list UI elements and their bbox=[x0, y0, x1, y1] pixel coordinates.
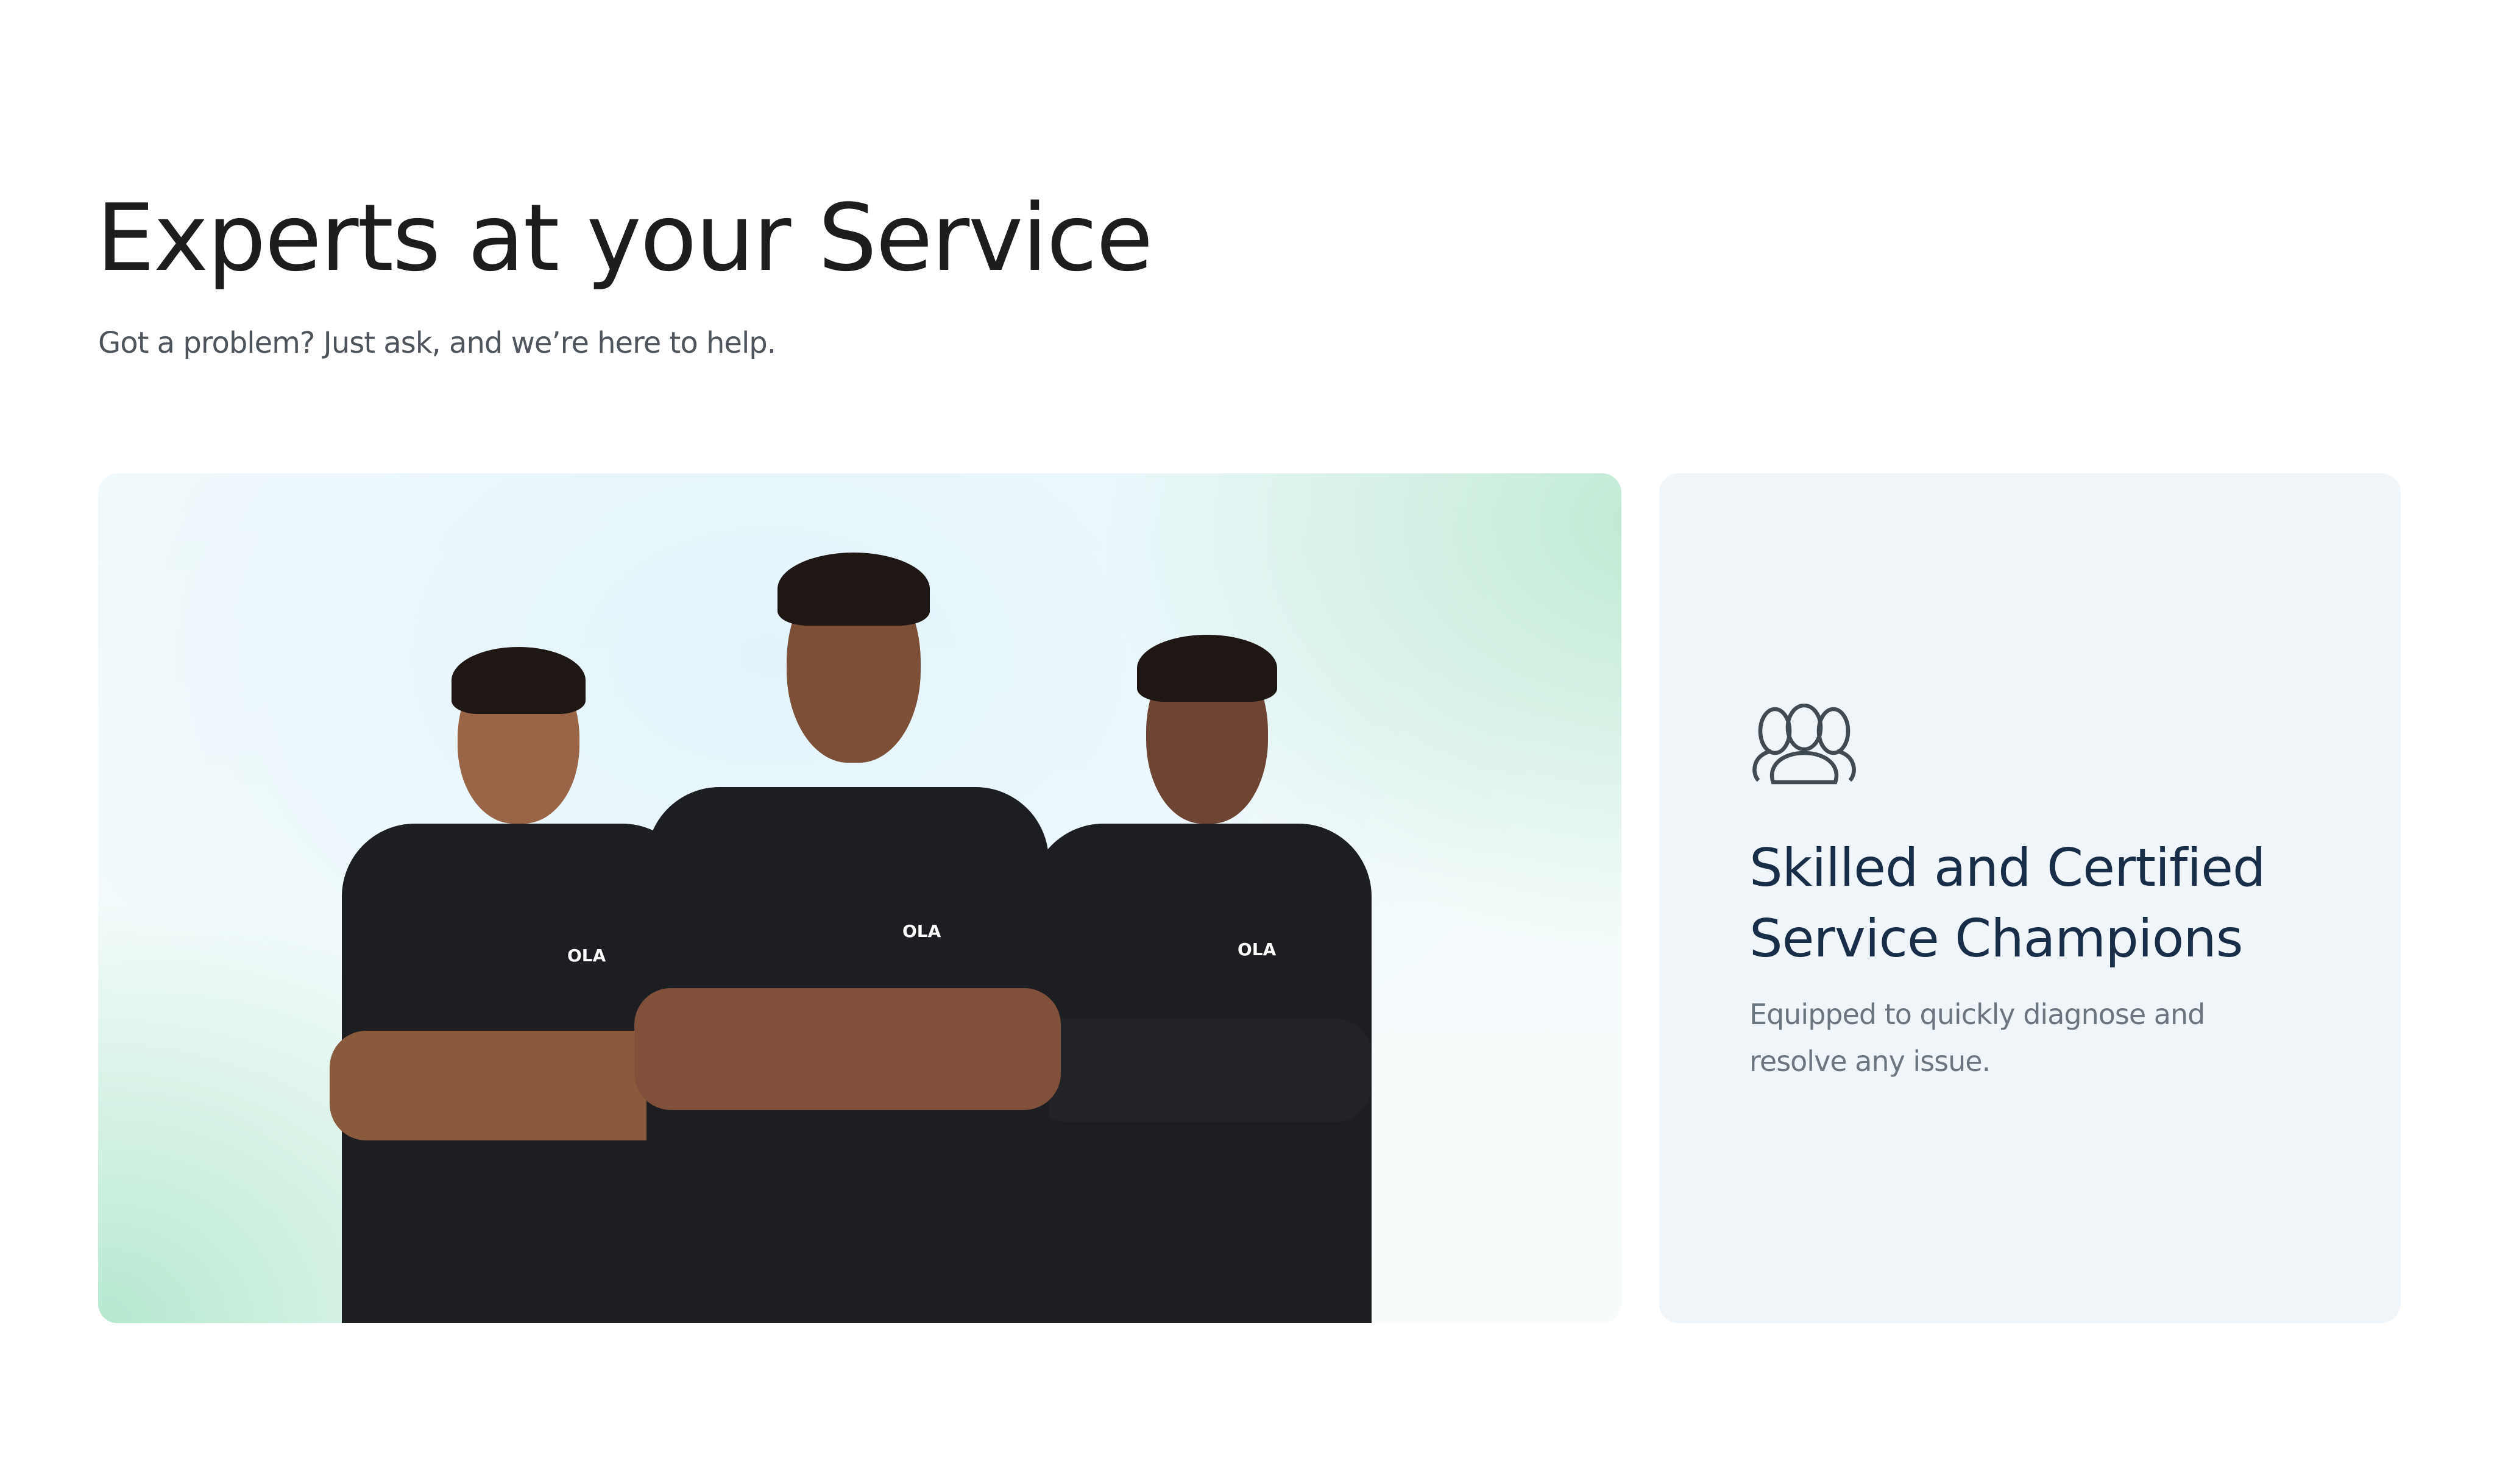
section-subtitle: Got a problem? Just ask, and we’re here … bbox=[98, 326, 776, 360]
service-experts-photo: OLA OLA OLA bbox=[98, 473, 1621, 1323]
people-group-icon bbox=[1752, 704, 1856, 785]
person-center: OLA bbox=[634, 553, 1061, 1323]
person-right: OLA bbox=[1018, 635, 1396, 1323]
section-title: Experts at your Service bbox=[96, 184, 1153, 292]
feature-description: Equipped to quickly diagnose and resolve… bbox=[1749, 998, 2205, 1078]
feature-card: Skilled and Certified Service Champions … bbox=[1659, 473, 2401, 1323]
feature-title: Skilled and Certified Service Champions bbox=[1749, 838, 2266, 969]
shirt-logo: OLA bbox=[1238, 939, 1277, 959]
shirt-logo: OLA bbox=[567, 945, 606, 966]
shirt-logo: OLA bbox=[902, 921, 941, 941]
